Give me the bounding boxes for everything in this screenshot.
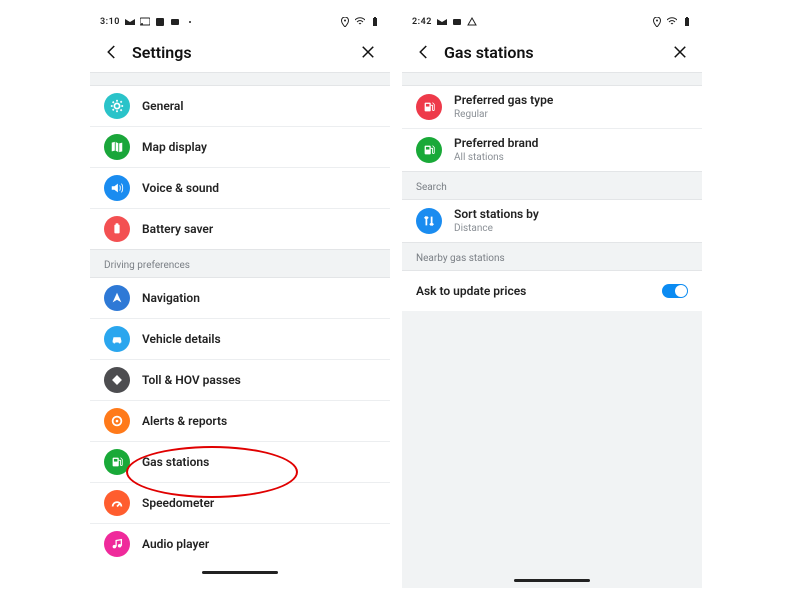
phone-gas-stations: 2:42 Gas stations Preferred gas typeRegu… <box>402 12 702 588</box>
row-label: Speedometer <box>142 496 376 511</box>
row-label: Sort stations by <box>454 207 688 222</box>
close-button[interactable] <box>354 38 382 66</box>
list-item[interactable]: Battery saver <box>90 208 390 249</box>
row-subtitle: Distance <box>454 222 688 235</box>
pump-icon <box>416 94 442 120</box>
row-label: Vehicle details <box>142 332 376 347</box>
status-bar: 3:10 <box>90 12 390 32</box>
toggle-switch[interactable] <box>662 284 688 298</box>
row-subtitle: All stations <box>454 151 688 164</box>
target-icon <box>104 408 130 434</box>
row-label: Gas stations <box>142 455 376 470</box>
status-bar: 2:42 <box>402 12 702 32</box>
section-header-nearby: Nearby gas stations <box>402 242 702 271</box>
row-label: Preferred gas type <box>454 93 688 108</box>
list-item[interactable]: Audio player <box>90 523 390 564</box>
app-bar: Settings <box>90 32 390 72</box>
battery-icon <box>104 216 130 242</box>
wifi-icon <box>667 17 677 27</box>
nav-icon <box>104 285 130 311</box>
car-icon <box>104 326 130 352</box>
nav-handle[interactable] <box>402 572 702 588</box>
page-title: Settings <box>132 43 354 62</box>
section-divider <box>402 72 702 86</box>
battery-icon <box>682 17 692 27</box>
list-item[interactable]: Toll & HOV passes <box>90 359 390 400</box>
row-label: Ask to update prices <box>416 284 662 299</box>
gas-search-list: Sort stations byDistance <box>402 200 702 242</box>
dot-icon <box>185 17 195 27</box>
section-divider <box>90 72 390 86</box>
gear-icon <box>104 93 130 119</box>
row-label: General <box>142 99 376 114</box>
list-item[interactable]: Map display <box>90 126 390 167</box>
cast-icon <box>140 17 150 27</box>
music-icon <box>104 531 130 557</box>
list-item[interactable]: Preferred gas typeRegular <box>402 86 702 128</box>
row-label: Voice & sound <box>142 181 376 196</box>
app-bar: Gas stations <box>402 32 702 72</box>
pump-icon <box>416 137 442 163</box>
app-icon <box>155 17 165 27</box>
sort-icon <box>416 208 442 234</box>
status-clock: 2:42 <box>412 17 432 27</box>
list-item[interactable]: Gas stations <box>90 441 390 482</box>
diamond-icon <box>104 367 130 393</box>
gas-nearby-list: Ask to update prices <box>402 271 702 311</box>
list-item[interactable]: Vehicle details <box>90 318 390 359</box>
list-item[interactable]: Preferred brandAll stations <box>402 128 702 171</box>
row-label: Preferred brand <box>454 136 688 151</box>
canvas: 3:10 Settings GeneralM <box>0 0 800 600</box>
square-icon <box>452 17 462 27</box>
list-item[interactable]: General <box>90 86 390 126</box>
list-item[interactable]: Sort stations byDistance <box>402 200 702 242</box>
gas-preferences-list: Preferred gas typeRegularPreferred brand… <box>402 86 702 171</box>
speed-icon <box>104 490 130 516</box>
section-header-search: Search <box>402 171 702 200</box>
settings-list-driving: Navigation Vehicle details Toll & HOV pass… <box>90 278 390 564</box>
list-item[interactable]: Navigation <box>90 278 390 318</box>
page-title: Gas stations <box>444 43 666 62</box>
list-item[interactable]: Alerts & reports <box>90 400 390 441</box>
nav-handle[interactable] <box>90 564 390 580</box>
section-header-driving: Driving preferences <box>90 249 390 278</box>
close-button[interactable] <box>666 38 694 66</box>
phone-settings: 3:10 Settings GeneralM <box>90 12 390 588</box>
row-label: Battery saver <box>142 222 376 237</box>
battery-icon <box>370 17 380 27</box>
status-clock: 3:10 <box>100 17 120 27</box>
map-icon <box>104 134 130 160</box>
speaker-icon <box>104 175 130 201</box>
gmail-icon <box>437 17 447 27</box>
pump-icon <box>104 449 130 475</box>
location-pin-icon <box>340 17 350 27</box>
row-label: Audio player <box>142 537 376 552</box>
row-label: Map display <box>142 140 376 155</box>
location-pin-icon <box>652 17 662 27</box>
back-button[interactable] <box>410 38 438 66</box>
row-label: Alerts & reports <box>142 414 376 429</box>
list-item[interactable]: Voice & sound <box>90 167 390 208</box>
settings-list-general: General Map display Voice & sound Battery s… <box>90 86 390 249</box>
row-label: Toll & HOV passes <box>142 373 376 388</box>
empty-area <box>402 311 702 572</box>
ask-update-prices-row[interactable]: Ask to update prices <box>402 271 702 311</box>
square-icon <box>170 17 180 27</box>
warn-icon <box>467 17 477 27</box>
gmail-icon <box>125 17 135 27</box>
back-button[interactable] <box>98 38 126 66</box>
wifi-icon <box>355 17 365 27</box>
row-subtitle: Regular <box>454 108 688 121</box>
row-label: Navigation <box>142 291 376 306</box>
list-item[interactable]: Speedometer <box>90 482 390 523</box>
